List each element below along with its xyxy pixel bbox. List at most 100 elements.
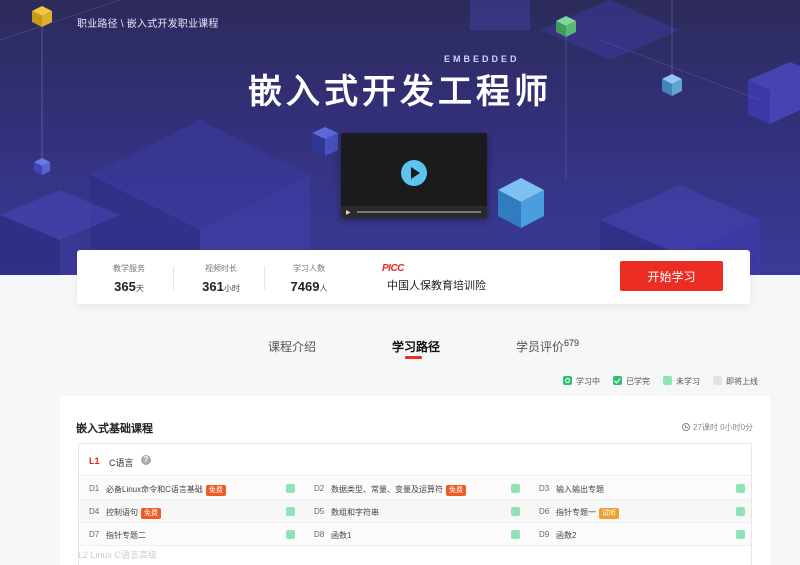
module-level: L2 xyxy=(78,550,89,560)
small-play-icon[interactable]: ▶ xyxy=(346,209,351,216)
lesson-number: D6 xyxy=(539,507,550,516)
legend-label: 学习中 xyxy=(576,377,600,386)
stat-value: 7469 xyxy=(290,279,320,294)
trial-badge: 试听 xyxy=(599,508,619,519)
stat-label: 学习人数 xyxy=(293,264,325,273)
unlearned-status-icon xyxy=(511,484,520,493)
hero-banner: 职业路径 \ 嵌入式开发职业课程 嵌入式开发工程师 EMBEDDED ▶ xyxy=(0,0,800,275)
lesson-number: D2 xyxy=(314,484,325,493)
course-title: 嵌入式基础课程 xyxy=(76,423,153,435)
stat-unit: 小时 xyxy=(223,284,240,293)
lesson-title-wrap: 指针专题二 xyxy=(106,530,146,541)
lesson-number: D7 xyxy=(89,530,100,539)
lesson-item[interactable]: D2 数据类型、常量、变量及运算符 免费 xyxy=(304,477,528,500)
lesson-row: D4 控制语句 免费 D5 数组和字符串 D6 指针专题一 试听 xyxy=(79,500,751,523)
play-icon[interactable] xyxy=(401,160,427,186)
breadcrumb-root[interactable]: 职业路径 xyxy=(77,19,118,30)
legend-label: 已学完 xyxy=(626,377,650,386)
video-player[interactable]: ▶ xyxy=(341,133,487,218)
lesson-number: D8 xyxy=(314,530,325,539)
lesson-number: D4 xyxy=(89,507,100,516)
tab-course-intro[interactable]: 课程介绍 xyxy=(268,338,316,355)
course-stats-card: 教学服务 365天 视频时长 361小时 学习人数 7469人 PICC 中国人… xyxy=(77,250,750,304)
stat-label: 教学服务 xyxy=(113,264,145,273)
lesson-title-wrap: 数组和字符串 xyxy=(331,507,379,518)
tab-label: 学习路径 xyxy=(392,340,441,354)
module-name: Linux C语言高级 xyxy=(90,550,158,560)
learning-icon xyxy=(563,376,572,385)
lesson-title-wrap: 输入输出专题 xyxy=(556,484,604,495)
lesson-title: 指针专题二 xyxy=(106,531,146,540)
lesson-item[interactable]: D7 指针专题二 xyxy=(79,523,303,546)
lesson-title-wrap: 数据类型、常量、变量及运算符 免费 xyxy=(331,484,466,496)
start-learning-button[interactable]: 开始学习 xyxy=(620,261,723,291)
unlearned-status-icon xyxy=(286,484,295,493)
tab-reviews[interactable]: 学员评价679 xyxy=(516,338,579,355)
next-module-header[interactable]: L2 Linux C语言高级 xyxy=(78,548,157,561)
video-controls: ▶ xyxy=(341,206,487,218)
breadcrumb-current: 嵌入式开发职业课程 xyxy=(126,19,219,30)
lesson-title: 必备Linux命令和C语言基础 xyxy=(106,485,203,494)
lesson-title: 输入输出专题 xyxy=(556,485,604,494)
lesson-item[interactable]: D8 函数1 xyxy=(304,523,528,546)
lesson-row: D1 必备Linux命令和C语言基础 免费 D2 数据类型、常量、变量及运算符 免费 D3 输… xyxy=(79,477,751,500)
tab-learning-path[interactable]: 学习路径 xyxy=(392,338,440,355)
page-title: 嵌入式开发工程师 EMBEDDED xyxy=(0,54,800,113)
lesson-title: 数组和字符串 xyxy=(331,508,379,517)
course-panel: 嵌入式基础课程 27课时 0小时0分 L1 C语言 ? D1 必备Linux命令和… xyxy=(60,396,770,565)
stat-service-days: 教学服务 365天 xyxy=(82,263,176,296)
lesson-number: D1 xyxy=(89,484,100,493)
module-header[interactable]: L1 C语言 ? xyxy=(79,444,751,476)
lesson-title: 数据类型、常量、变量及运算符 xyxy=(331,485,443,494)
coming-soon-icon xyxy=(713,376,722,385)
free-badge: 免费 xyxy=(205,485,226,496)
lesson-item[interactable]: D1 必备Linux命令和C语言基础 免费 xyxy=(79,477,303,500)
legend-label: 即将上线 xyxy=(726,377,758,386)
video-progress-bar[interactable] xyxy=(357,211,481,213)
unlearned-status-icon xyxy=(286,507,295,516)
lesson-number: D5 xyxy=(314,507,325,516)
lesson-title-wrap: 函数1 xyxy=(331,530,351,541)
clock-icon xyxy=(682,423,690,431)
lesson-title: 指针专题一 xyxy=(556,508,596,517)
lesson-item[interactable]: D3 输入输出专题 xyxy=(529,477,753,500)
free-badge: 免费 xyxy=(446,485,466,496)
legend-learned: 已学完 xyxy=(613,376,650,387)
unlearned-status-icon xyxy=(736,507,745,516)
lesson-title: 控制语句 xyxy=(106,508,138,517)
lesson-item[interactable]: D9 函数2 xyxy=(529,523,753,546)
course-meta: 27课时 0小时0分 xyxy=(682,422,753,433)
stat-value: 361 xyxy=(202,279,224,294)
lesson-row: D7 指针专题二 D8 函数1 D9 函数2 xyxy=(79,523,751,546)
learned-icon xyxy=(613,376,622,385)
unlearned-status-icon xyxy=(286,530,295,539)
tab-label: 学员评价 xyxy=(516,340,565,354)
lesson-item[interactable]: D6 指针专题一 试听 xyxy=(529,500,753,523)
free-badge: 免费 xyxy=(141,508,161,519)
lesson-number: D3 xyxy=(539,484,550,493)
stat-label: 视频时长 xyxy=(205,264,237,273)
breadcrumb-separator: \ xyxy=(120,19,124,30)
stat-value: 365 xyxy=(114,279,136,294)
unlearned-status-icon xyxy=(511,507,520,516)
lesson-item[interactable]: D5 数组和字符串 xyxy=(304,500,528,523)
active-tab-indicator xyxy=(405,356,422,359)
lesson-item[interactable]: D4 控制语句 免费 xyxy=(79,500,303,523)
lesson-title: 函数2 xyxy=(556,531,577,540)
lesson-title: 函数1 xyxy=(331,531,352,540)
picc-logo: PICC xyxy=(382,263,404,274)
stat-video-duration: 视频时长 361小时 xyxy=(174,263,268,296)
question-icon[interactable]: ? xyxy=(141,455,151,465)
stat-learners: 学习人数 7469人 xyxy=(262,263,356,296)
unlearned-status-icon xyxy=(736,484,745,493)
breadcrumb: 职业路径 \ 嵌入式开发职业课程 xyxy=(77,15,219,30)
stat-unit: 人 xyxy=(319,284,328,293)
unlearned-status-icon xyxy=(511,530,520,539)
legend-coming-soon: 即将上线 xyxy=(713,376,758,387)
unlearned-status-icon xyxy=(736,530,745,539)
course-meta-text: 27课时 0小时0分 xyxy=(693,423,754,432)
legend-learning: 学习中 xyxy=(563,376,600,387)
legend-unlearned: 未学习 xyxy=(663,376,700,387)
lesson-title-wrap: 函数2 xyxy=(556,530,576,541)
module-c-language: L1 C语言 ? D1 必备Linux命令和C语言基础 免费 D2 数据类型、常量、变量… xyxy=(78,443,752,565)
